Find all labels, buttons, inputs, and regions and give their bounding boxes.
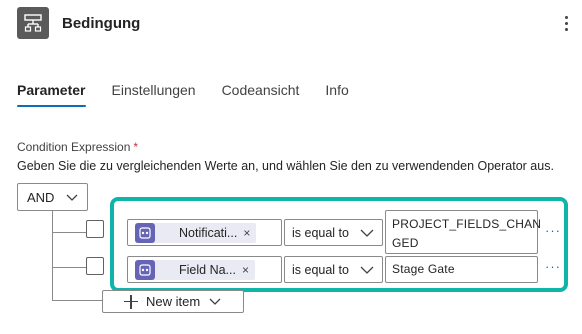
tab-bar: Parameter Einstellungen Codeansicht Info — [17, 82, 375, 107]
highlight-outline — [110, 197, 568, 292]
new-item-button[interactable]: New item — [102, 290, 244, 313]
tab-parameter[interactable]: Parameter — [17, 82, 86, 107]
condition-help-text: Geben Sie die zu vergleichenden Werte an… — [17, 159, 554, 173]
more-vertical-icon[interactable] — [560, 12, 572, 34]
condition-expression-label: Condition Expression * — [17, 140, 138, 154]
condition-icon — [17, 7, 49, 39]
required-mark: * — [133, 140, 139, 154]
page-title: Bedingung — [62, 15, 141, 32]
row-checkbox[interactable] — [86, 257, 104, 275]
tab-info[interactable]: Info — [325, 82, 348, 104]
tree-branch — [52, 300, 102, 301]
chevron-down-icon — [66, 194, 78, 201]
tree-line — [52, 211, 53, 300]
row-checkbox[interactable] — [86, 220, 104, 238]
tree-branch — [52, 232, 86, 233]
tab-einstellungen[interactable]: Einstellungen — [112, 82, 196, 104]
tree-branch — [52, 267, 86, 268]
tab-codeansicht[interactable]: Codeansicht — [222, 82, 300, 104]
chevron-down-icon — [209, 298, 221, 305]
new-item-label: New item — [146, 294, 201, 309]
condition-expression-text: Condition Expression — [17, 140, 131, 154]
group-operator-value: AND — [27, 189, 55, 205]
plus-icon — [124, 294, 138, 309]
group-operator-dropdown[interactable]: AND — [17, 183, 88, 211]
